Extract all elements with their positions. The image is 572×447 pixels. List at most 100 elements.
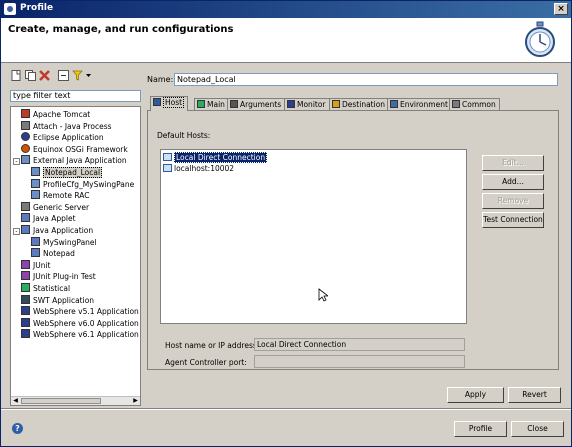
- profile-dialog: Profile × Create, manage, and run config…: [0, 0, 572, 447]
- tab-host[interactable]: Host: [150, 96, 189, 111]
- launch-config-sidebar: type filter text ◀ ▶ Apache Tomcat Attach…: [7, 68, 141, 406]
- host-ip-label: Host name or IP address:: [165, 341, 260, 350]
- tab-common[interactable]: Common: [449, 98, 500, 110]
- tree-item-label: Notepad_Local: [43, 167, 103, 178]
- filter-input[interactable]: type filter text: [10, 90, 141, 102]
- tree-item[interactable]: MySwingPanel: [31, 236, 97, 248]
- tree-item-label: Statistical: [33, 284, 71, 293]
- close-window-button[interactable]: ×: [554, 3, 568, 15]
- tree-item[interactable]: Generic Server: [21, 201, 90, 213]
- scroll-right-icon[interactable]: ▶: [131, 397, 140, 405]
- tree-item-label: Eclipse Application: [33, 133, 104, 143]
- tree-item[interactable]: Statistical: [21, 283, 70, 294]
- new-config-icon[interactable]: [11, 70, 22, 81]
- config-icon: [31, 248, 40, 258]
- websphere-icon: [21, 329, 30, 339]
- destination-icon: [332, 100, 340, 108]
- tree-item[interactable]: ProfileCfg_MySwingPane: [31, 178, 134, 190]
- revert-button[interactable]: Revert: [508, 387, 561, 403]
- tree-item[interactable]: Notepad: [31, 248, 75, 259]
- server-icon: [21, 201, 30, 211]
- tree-item[interactable]: WebSphere v5.1 Application: [21, 306, 139, 317]
- tree-item[interactable]: Apache Tomcat: [21, 109, 90, 120]
- tree-item-label: External Java Application: [33, 156, 127, 166]
- tree-item[interactable]: WebSphere v6.0 Application: [21, 317, 139, 329]
- tab-label: Common: [462, 100, 496, 109]
- host-icon: [153, 98, 161, 106]
- java-app-icon: [21, 155, 30, 165]
- title-bar: Profile ×: [1, 1, 571, 18]
- hosts-list[interactable]: Local Direct Connection localhost:10002: [160, 149, 467, 324]
- arguments-icon: [230, 100, 238, 108]
- scroll-left-icon[interactable]: ◀: [11, 397, 20, 405]
- tree-item[interactable]: JUnit Plug-in Test: [21, 271, 96, 282]
- tree-item-label: SWT Application: [33, 295, 95, 305]
- tab-monitor[interactable]: Monitor: [284, 98, 330, 110]
- config-icon: [31, 167, 40, 176]
- tree-collapse-icon[interactable]: -: [13, 158, 20, 166]
- junit-plugin-icon: [21, 271, 30, 281]
- duplicate-icon[interactable]: [25, 70, 36, 81]
- common-icon: [452, 100, 460, 108]
- tree-item[interactable]: - Java Application: [13, 225, 93, 236]
- remove-host-button[interactable]: Remove: [482, 193, 544, 209]
- delete-icon[interactable]: [39, 70, 50, 81]
- environment-icon: [390, 100, 398, 108]
- websphere-icon: [21, 306, 30, 316]
- tree-item[interactable]: SWT Application: [21, 294, 95, 306]
- config-tabs: Host Main Arguments Monitor Destination Envir…: [147, 96, 561, 111]
- tree-item-label: WebSphere v6.0 Application: [33, 318, 139, 328]
- host-item[interactable]: localhost:10002: [163, 163, 234, 174]
- tree-item[interactable]: Notepad_Local: [31, 167, 103, 178]
- host-tab-panel: Default Hosts: Local Direct Connection lo…: [147, 110, 559, 370]
- host-item[interactable]: Local Direct Connection: [163, 152, 268, 163]
- attach-icon: [21, 120, 30, 130]
- collapse-all-icon[interactable]: [58, 70, 69, 81]
- websphere-icon: [21, 317, 30, 327]
- name-input[interactable]: Notepad_Local: [174, 73, 558, 86]
- close-button[interactable]: Close: [511, 421, 564, 437]
- tab-label: Host: [163, 97, 185, 108]
- filter-menu-icon[interactable]: [72, 70, 92, 81]
- swt-icon: [21, 294, 30, 304]
- osgi-icon: [21, 143, 30, 153]
- tree-item[interactable]: - External Java Application: [13, 155, 127, 166]
- tab-main[interactable]: Main: [194, 98, 229, 110]
- apply-button[interactable]: Apply: [447, 387, 504, 403]
- tree-item-label: Apache Tomcat: [33, 110, 91, 119]
- config-tree[interactable]: ◀ ▶ Apache Tomcat Attach - Java Process Ec…: [10, 106, 141, 406]
- tree-item[interactable]: Attach - Java Process: [21, 120, 112, 132]
- tree-item-label: Remote RAC: [43, 191, 90, 201]
- tree-collapse-icon[interactable]: -: [13, 228, 20, 235]
- tree-item-label: Notepad: [43, 249, 75, 259]
- tree-item[interactable]: Java Applet: [21, 213, 76, 224]
- footer-separator: [1, 408, 571, 410]
- tree-item[interactable]: Equinox OSGi Framework: [21, 143, 128, 155]
- tab-environment[interactable]: Environment: [387, 98, 452, 110]
- tab-arguments[interactable]: Arguments: [227, 98, 286, 110]
- tree-item[interactable]: Remote RAC: [31, 190, 89, 201]
- tree-item-label: Generic Server: [33, 202, 90, 212]
- tab-label: Environment: [400, 100, 448, 109]
- edit-host-button[interactable]: Edit...: [482, 155, 544, 171]
- tree-item-label: JUnit Plug-in Test: [33, 272, 96, 282]
- eclipse-icon: [21, 132, 30, 142]
- tab-label: Destination: [342, 100, 386, 109]
- tree-item[interactable]: JUnit: [21, 259, 50, 271]
- tab-label: Arguments: [240, 100, 282, 109]
- profile-button[interactable]: Profile: [454, 421, 507, 437]
- config-icon: [31, 190, 40, 200]
- config-icon: [31, 178, 40, 188]
- scroll-thumb[interactable]: [21, 398, 101, 404]
- tab-destination[interactable]: Destination: [329, 98, 390, 110]
- tree-item[interactable]: WebSphere v6.1 Application: [21, 329, 139, 340]
- java-app-icon: [21, 225, 30, 234]
- host-ip-field: Local Direct Connection: [254, 338, 465, 351]
- main-icon: [197, 100, 205, 108]
- tree-item-label: Java Application: [33, 226, 94, 235]
- tree-item[interactable]: Eclipse Application: [21, 132, 104, 143]
- help-icon[interactable]: ?: [12, 423, 23, 434]
- tree-horizontal-scrollbar[interactable]: ◀ ▶: [11, 396, 140, 405]
- test-connection-button[interactable]: Test Connection: [482, 212, 544, 228]
- add-host-button[interactable]: Add...: [482, 174, 544, 190]
